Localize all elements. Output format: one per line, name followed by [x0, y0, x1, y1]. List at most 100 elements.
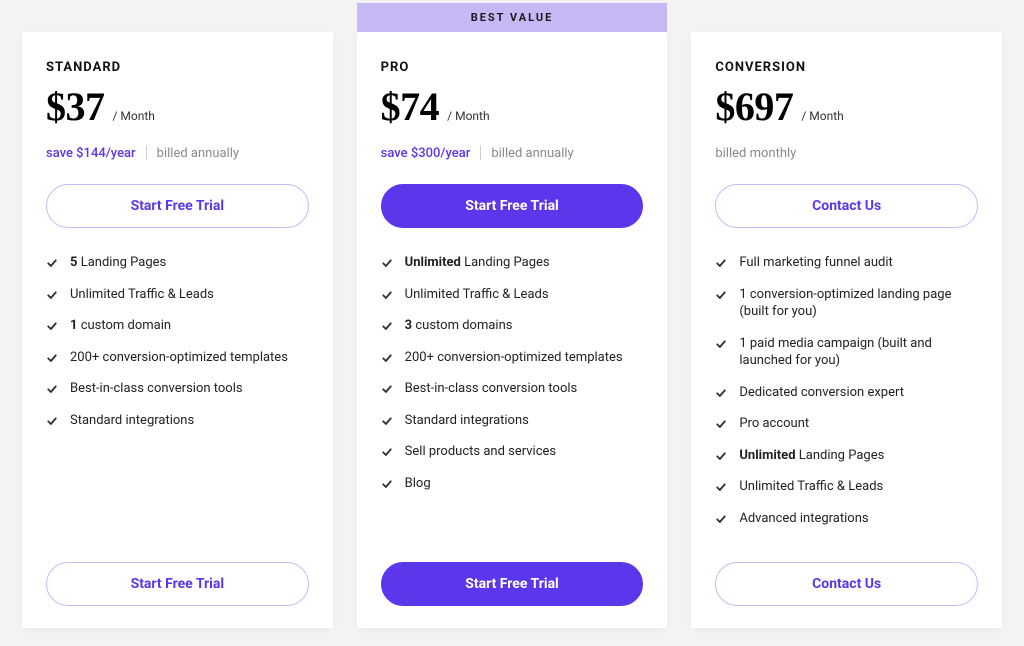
check-icon	[381, 352, 393, 364]
feature-item: Unlimited Traffic & Leads	[715, 478, 978, 496]
feature-item: Unlimited Landing Pages	[381, 254, 644, 272]
feature-text: 200+ conversion-optimized templates	[405, 349, 623, 367]
price-period: / Month	[113, 109, 155, 123]
price-row: $74 / Month	[381, 83, 644, 130]
price-row: $37 / Month	[46, 83, 309, 130]
feature-item: Standard integrations	[46, 412, 309, 430]
feature-item: Advanced integrations	[715, 510, 978, 528]
feature-text: Full marketing funnel audit	[739, 254, 892, 272]
feature-text: Unlimited Traffic & Leads	[70, 286, 214, 304]
billing-row: save $300/year billed annually	[381, 144, 644, 162]
feature-text: Unlimited Traffic & Leads	[739, 478, 883, 496]
billing-row: billed monthly	[715, 144, 978, 162]
feature-text: 1 paid media campaign (built and launche…	[739, 335, 978, 370]
feature-item: Blog	[381, 475, 644, 493]
feature-item: Full marketing funnel audit	[715, 254, 978, 272]
feature-text: Sell products and services	[405, 443, 556, 461]
savings-text: save $144/year	[46, 146, 136, 161]
check-icon	[715, 450, 727, 462]
check-icon	[715, 338, 727, 350]
feature-item: 200+ conversion-optimized templates	[381, 349, 644, 367]
check-icon	[46, 257, 58, 269]
price-period: / Month	[447, 109, 489, 123]
check-icon	[715, 418, 727, 430]
feature-text: Pro account	[739, 415, 809, 433]
check-icon	[381, 446, 393, 458]
check-icon	[46, 383, 58, 395]
price: $74	[381, 83, 440, 130]
check-icon	[46, 320, 58, 332]
feature-text: Advanced integrations	[739, 510, 868, 528]
feature-text: Unlimited Traffic & Leads	[405, 286, 549, 304]
feature-list: Full marketing funnel audit 1 conversion-…	[715, 254, 978, 540]
price-row: $697 / Month	[715, 83, 978, 130]
feature-list: Unlimited Landing Pages Unlimited Traffic…	[381, 254, 644, 540]
feature-item: Best-in-class conversion tools	[381, 380, 644, 398]
feature-text: 1 conversion-optimized landing page (bui…	[739, 286, 978, 321]
feature-item: Unlimited Landing Pages	[715, 447, 978, 465]
feature-item: 1 conversion-optimized landing page (bui…	[715, 286, 978, 321]
start-free-trial-button[interactable]: Start Free Trial	[46, 184, 309, 228]
feature-text: Blog	[405, 475, 431, 493]
start-free-trial-button[interactable]: Start Free Trial	[381, 562, 644, 606]
plan-name: PRO	[381, 60, 644, 75]
feature-item: 5 Landing Pages	[46, 254, 309, 272]
contact-us-button[interactable]: Contact Us	[715, 562, 978, 606]
check-icon	[381, 257, 393, 269]
feature-text: Best-in-class conversion tools	[405, 380, 578, 398]
feature-text: 5 Landing Pages	[70, 254, 166, 272]
check-icon	[715, 481, 727, 493]
billing-row: save $144/year billed annually	[46, 144, 309, 162]
billing-cycle: billed annually	[157, 146, 239, 161]
feature-text: Standard integrations	[70, 412, 194, 430]
pricing-card: BEST VALUEPRO$74/ Monthsave $300/yearbil…	[357, 32, 668, 628]
start-free-trial-button[interactable]: Start Free Trial	[46, 562, 309, 606]
check-icon	[46, 415, 58, 427]
billing-cycle: billed annually	[491, 146, 573, 161]
billing-cycle: billed monthly	[715, 146, 796, 161]
separator	[480, 146, 481, 160]
check-icon	[381, 383, 393, 395]
separator	[146, 146, 147, 160]
feature-item: Standard integrations	[381, 412, 644, 430]
feature-item: Dedicated conversion expert	[715, 384, 978, 402]
feature-item: 1 paid media campaign (built and launche…	[715, 335, 978, 370]
feature-text: Standard integrations	[405, 412, 529, 430]
check-icon	[46, 352, 58, 364]
check-icon	[46, 289, 58, 301]
start-free-trial-button[interactable]: Start Free Trial	[381, 184, 644, 228]
price: $37	[46, 83, 105, 130]
contact-us-button[interactable]: Contact Us	[715, 184, 978, 228]
feature-item: Unlimited Traffic & Leads	[381, 286, 644, 304]
check-icon	[381, 478, 393, 490]
savings-text: save $300/year	[381, 146, 471, 161]
pricing-grid: STANDARD $37 / Month save $144/year billed a…	[0, 0, 1024, 646]
pricing-card: CONVERSION $697 / Month billed monthly Conta…	[691, 32, 1002, 628]
plan-name: STANDARD	[46, 60, 309, 75]
feature-text: Dedicated conversion expert	[739, 384, 904, 402]
feature-item: Best-in-class conversion tools	[46, 380, 309, 398]
price-period: / Month	[801, 109, 843, 123]
feature-item: Unlimited Traffic & Leads	[46, 286, 309, 304]
feature-text: 1 custom domain	[70, 317, 171, 335]
feature-text: 200+ conversion-optimized templates	[70, 349, 288, 367]
feature-item: 1 custom domain	[46, 317, 309, 335]
check-icon	[715, 387, 727, 399]
feature-list: 5 Landing Pages Unlimited Traffic & Leads…	[46, 254, 309, 540]
feature-item: Pro account	[715, 415, 978, 433]
plan-name: CONVERSION	[715, 60, 978, 75]
check-icon	[381, 289, 393, 301]
feature-item: Sell products and services	[381, 443, 644, 461]
best-value-badge: BEST VALUE	[357, 3, 668, 32]
check-icon	[381, 320, 393, 332]
check-icon	[381, 415, 393, 427]
pricing-card: STANDARD $37 / Month save $144/year billed a…	[22, 32, 333, 628]
feature-text: Best-in-class conversion tools	[70, 380, 243, 398]
feature-text: Unlimited Landing Pages	[739, 447, 884, 465]
check-icon	[715, 289, 727, 301]
feature-item: 200+ conversion-optimized templates	[46, 349, 309, 367]
feature-text: 3 custom domains	[405, 317, 513, 335]
check-icon	[715, 257, 727, 269]
price: $697	[715, 83, 793, 130]
feature-text: Unlimited Landing Pages	[405, 254, 550, 272]
